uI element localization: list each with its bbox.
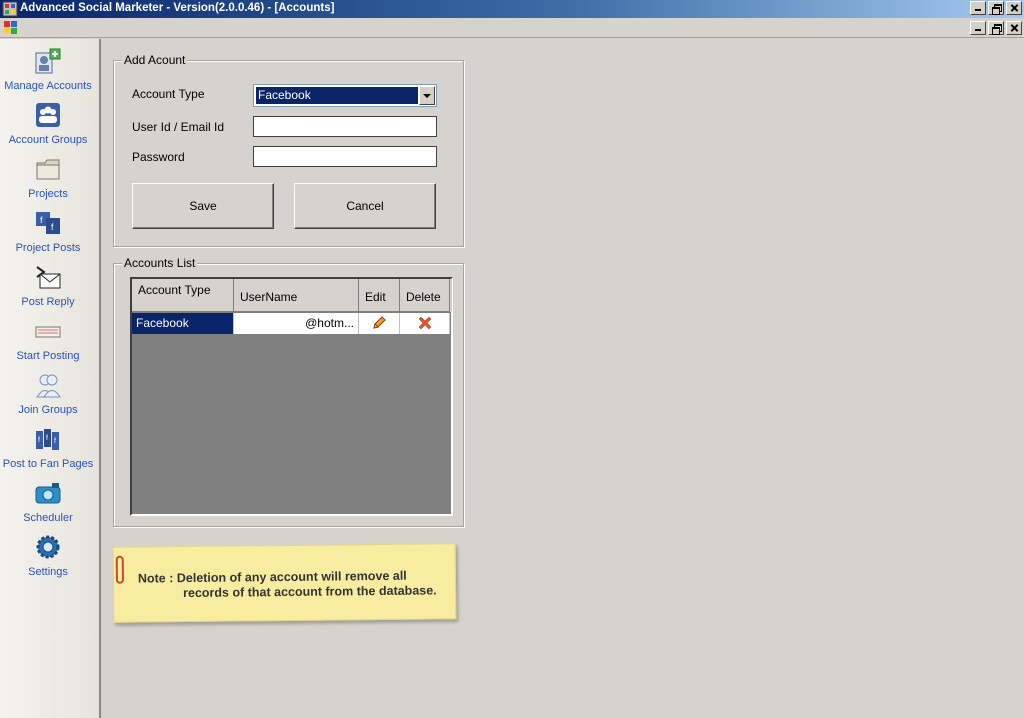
mdi-bar bbox=[0, 18, 1024, 38]
sidebar-item-join-groups[interactable]: Join Groups bbox=[0, 367, 96, 421]
password-label: Password bbox=[132, 150, 185, 164]
password-input[interactable] bbox=[253, 146, 437, 167]
title-bar: Advanced Social Marketer - Version(2.0.0… bbox=[0, 0, 1024, 18]
save-button[interactable]: Save bbox=[132, 183, 274, 229]
paperclip-icon bbox=[115, 555, 124, 584]
dropdown-arrow-icon[interactable] bbox=[419, 86, 435, 105]
sidebar-item-label: Start Posting bbox=[16, 350, 80, 362]
cancel-button[interactable]: Cancel bbox=[294, 183, 436, 229]
cell-username[interactable]: @hotm... bbox=[234, 313, 359, 334]
column-header-username[interactable]: UserName bbox=[234, 279, 359, 312]
user-id-input[interactable] bbox=[253, 116, 437, 137]
sidebar-item-post-reply[interactable]: Post Reply bbox=[0, 259, 96, 313]
cell-account-type[interactable]: Facebook bbox=[132, 313, 234, 334]
sidebar: Manage Accounts Account Groups Projects … bbox=[0, 39, 101, 718]
sidebar-item-account-groups[interactable]: Account Groups bbox=[0, 97, 96, 151]
group-title: Add Acount bbox=[122, 53, 188, 67]
svg-text:f: f bbox=[54, 438, 56, 445]
gear-icon bbox=[36, 535, 60, 559]
user-id-label: User Id / Email Id bbox=[132, 120, 225, 134]
sidebar-item-label: Post to Fan Pages bbox=[2, 458, 94, 470]
minimize-button[interactable] bbox=[970, 1, 986, 15]
sidebar-item-scheduler[interactable]: Scheduler bbox=[0, 475, 96, 529]
edit-pencil-icon[interactable] bbox=[371, 315, 387, 331]
keyboard-icon bbox=[35, 326, 61, 338]
note-sticky: Note : Deletion of any account will remo… bbox=[112, 543, 457, 623]
cell-edit[interactable] bbox=[359, 313, 400, 334]
child-window-controls bbox=[970, 21, 1022, 35]
envelope-icon bbox=[36, 266, 61, 289]
sidebar-item-start-posting[interactable]: Start Posting bbox=[0, 313, 96, 367]
sidebar-item-label: Settings bbox=[28, 566, 68, 578]
users-icon bbox=[36, 374, 61, 398]
account-type-select[interactable]: Facebook bbox=[253, 84, 437, 107]
add-account-group: Add Acount Account Type Facebook User Id… bbox=[113, 53, 464, 247]
close-button[interactable] bbox=[1006, 1, 1022, 15]
cell-delete[interactable] bbox=[400, 313, 450, 334]
main-content: Add Acount Account Type Facebook User Id… bbox=[101, 39, 1024, 718]
table-row[interactable]: Facebook @hotm... bbox=[132, 313, 452, 334]
window-title: Advanced Social Marketer - Version(2.0.0… bbox=[20, 2, 335, 14]
sidebar-item-project-posts[interactable]: f f Project Posts bbox=[0, 205, 96, 259]
restore-button[interactable] bbox=[988, 1, 1004, 15]
sidebar-item-projects[interactable]: Projects bbox=[0, 151, 96, 205]
window-controls bbox=[970, 1, 1022, 15]
column-header-edit[interactable]: Edit bbox=[359, 279, 400, 312]
accounts-list-group: Accounts List Account Type UserName Edit… bbox=[113, 256, 464, 527]
account-type-label: Account Type bbox=[132, 87, 205, 101]
child-window-icon[interactable] bbox=[4, 21, 18, 35]
sidebar-item-label: Projects bbox=[28, 188, 68, 200]
column-header-delete[interactable]: Delete bbox=[400, 279, 450, 312]
sidebar-item-label: Manage Accounts bbox=[4, 80, 92, 92]
grid-header: Account Type UserName Edit Delete bbox=[132, 279, 452, 312]
manage-accounts-icon bbox=[35, 48, 61, 74]
note-line-2: records of that account from the databas… bbox=[183, 583, 437, 601]
child-close-button[interactable] bbox=[1006, 21, 1022, 35]
child-minimize-button[interactable] bbox=[970, 21, 986, 35]
column-header-account-type[interactable]: Account Type bbox=[132, 279, 234, 312]
sidebar-item-label: Account Groups bbox=[8, 134, 88, 146]
sidebar-item-label: Project Posts bbox=[15, 242, 81, 254]
account-type-value: Facebook bbox=[256, 87, 418, 104]
sidebar-item-label: Join Groups bbox=[18, 404, 78, 416]
svg-text:f: f bbox=[46, 435, 48, 442]
delete-x-icon[interactable] bbox=[417, 315, 433, 331]
app-icon bbox=[2, 1, 18, 17]
account-groups-icon bbox=[36, 103, 60, 127]
accounts-grid[interactable]: Account Type UserName Edit Delete Facebo… bbox=[130, 277, 453, 516]
sidebar-item-label: Scheduler bbox=[23, 512, 73, 524]
sidebar-item-label: Post Reply bbox=[21, 296, 75, 308]
sidebar-item-settings[interactable]: Settings bbox=[0, 529, 96, 583]
sidebar-item-manage-accounts[interactable]: Manage Accounts bbox=[0, 43, 96, 97]
folder-icon bbox=[36, 159, 60, 180]
child-restore-button[interactable] bbox=[988, 21, 1004, 35]
note-line-1: Note : Deletion of any account will remo… bbox=[137, 568, 407, 586]
svg-text:f: f bbox=[38, 437, 40, 444]
group-title: Accounts List bbox=[122, 256, 198, 270]
fan-pages-icon: f f f bbox=[36, 429, 59, 450]
sidebar-item-post-to-fan-pages[interactable]: f f f Post to Fan Pages bbox=[0, 421, 96, 475]
camera-icon bbox=[35, 483, 61, 504]
project-posts-icon: f f bbox=[36, 212, 60, 234]
